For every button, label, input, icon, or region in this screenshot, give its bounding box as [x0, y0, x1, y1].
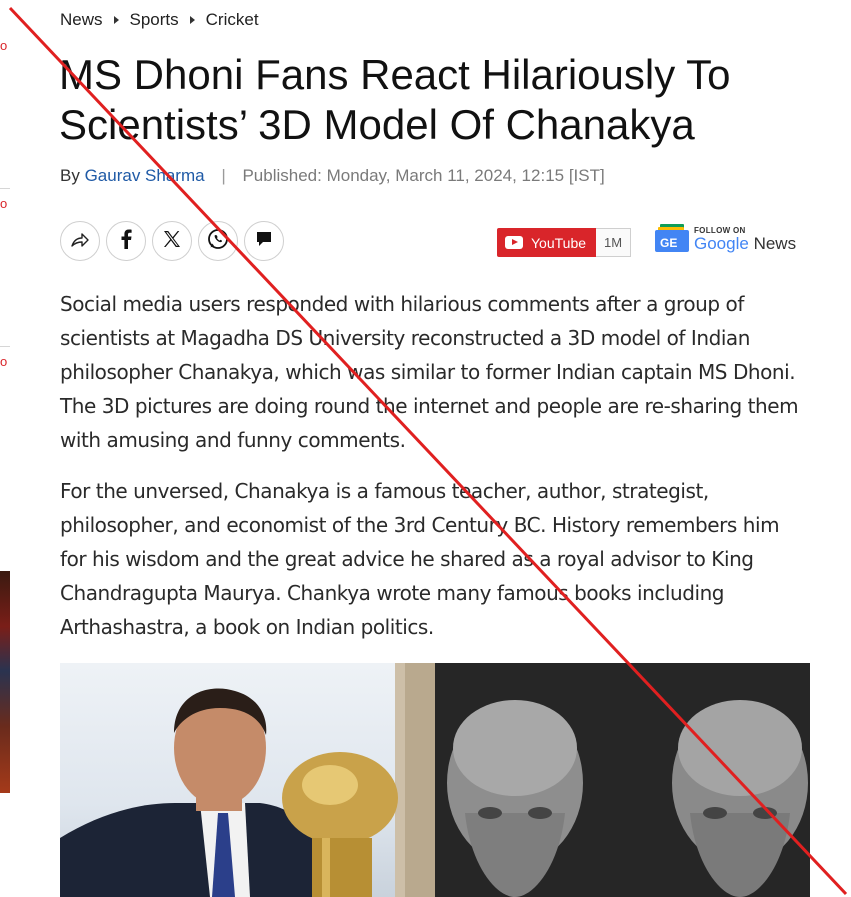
- breadcrumb-sports[interactable]: Sports: [130, 10, 179, 30]
- google-news-label: Google News: [694, 233, 797, 253]
- news-label: News: [753, 233, 797, 253]
- breadcrumb-separator-icon: [113, 16, 119, 24]
- google-news-follow[interactable]: GE FOLLOW ON Google News: [654, 224, 796, 254]
- divider: [0, 188, 10, 189]
- breadcrumb-separator-icon: [189, 16, 195, 24]
- breadcrumb-cricket[interactable]: Cricket: [206, 10, 259, 30]
- chanakya-3d-model-image: [435, 663, 810, 897]
- sidebar-mark: o: [0, 38, 8, 53]
- share-bar: [60, 221, 284, 261]
- svg-text:GE: GE: [660, 236, 677, 250]
- whatsapp-icon: [207, 228, 229, 254]
- sidebar-mark: o: [0, 354, 8, 369]
- youtube-label: YouTube: [531, 234, 587, 251]
- article-paragraph-1: Social media users responded with hilari…: [60, 292, 799, 452]
- breadcrumb-news[interactable]: News: [60, 10, 103, 30]
- comment-icon: [255, 230, 273, 252]
- youtube-button[interactable]: YouTube: [497, 228, 597, 257]
- x-share-button[interactable]: [152, 221, 192, 261]
- youtube-subscribe[interactable]: YouTube 1M: [497, 228, 632, 257]
- author-link[interactable]: Gaurav Sharma: [85, 166, 205, 185]
- x-icon: [163, 230, 181, 252]
- divider: [0, 346, 10, 347]
- article-hero-image[interactable]: [60, 663, 810, 897]
- comment-button[interactable]: [244, 221, 284, 261]
- sidebar-mark: o: [0, 196, 8, 211]
- published-date: Published: Monday, March 11, 2024, 12:15…: [242, 166, 605, 185]
- byline-prefix: By: [60, 166, 80, 185]
- youtube-play-icon: [505, 236, 523, 249]
- article-title: MS Dhoni Fans React Hilariously To Scien…: [59, 51, 731, 148]
- google-label: Google: [694, 233, 749, 253]
- youtube-subscriber-count: 1M: [596, 228, 632, 257]
- article-paragraph-2: For the unversed, Chanakya is a famous t…: [60, 479, 780, 639]
- share-button[interactable]: [60, 221, 100, 261]
- breadcrumb: News Sports Cricket: [60, 8, 259, 32]
- sidebar-thumbnail[interactable]: [0, 571, 10, 793]
- whatsapp-share-button[interactable]: [198, 221, 238, 261]
- byline-separator: |: [221, 166, 226, 185]
- facebook-share-button[interactable]: [106, 221, 146, 261]
- google-news-text: FOLLOW ON Google News: [694, 226, 796, 253]
- left-sidebar-sliver: o o o: [0, 0, 12, 897]
- google-news-icon: GE: [654, 224, 690, 254]
- byline: By Gaurav Sharma | Published: Monday, Ma…: [60, 166, 605, 186]
- share-icon: [71, 232, 89, 251]
- facebook-icon: [120, 229, 132, 253]
- dhoni-photo: [60, 663, 435, 897]
